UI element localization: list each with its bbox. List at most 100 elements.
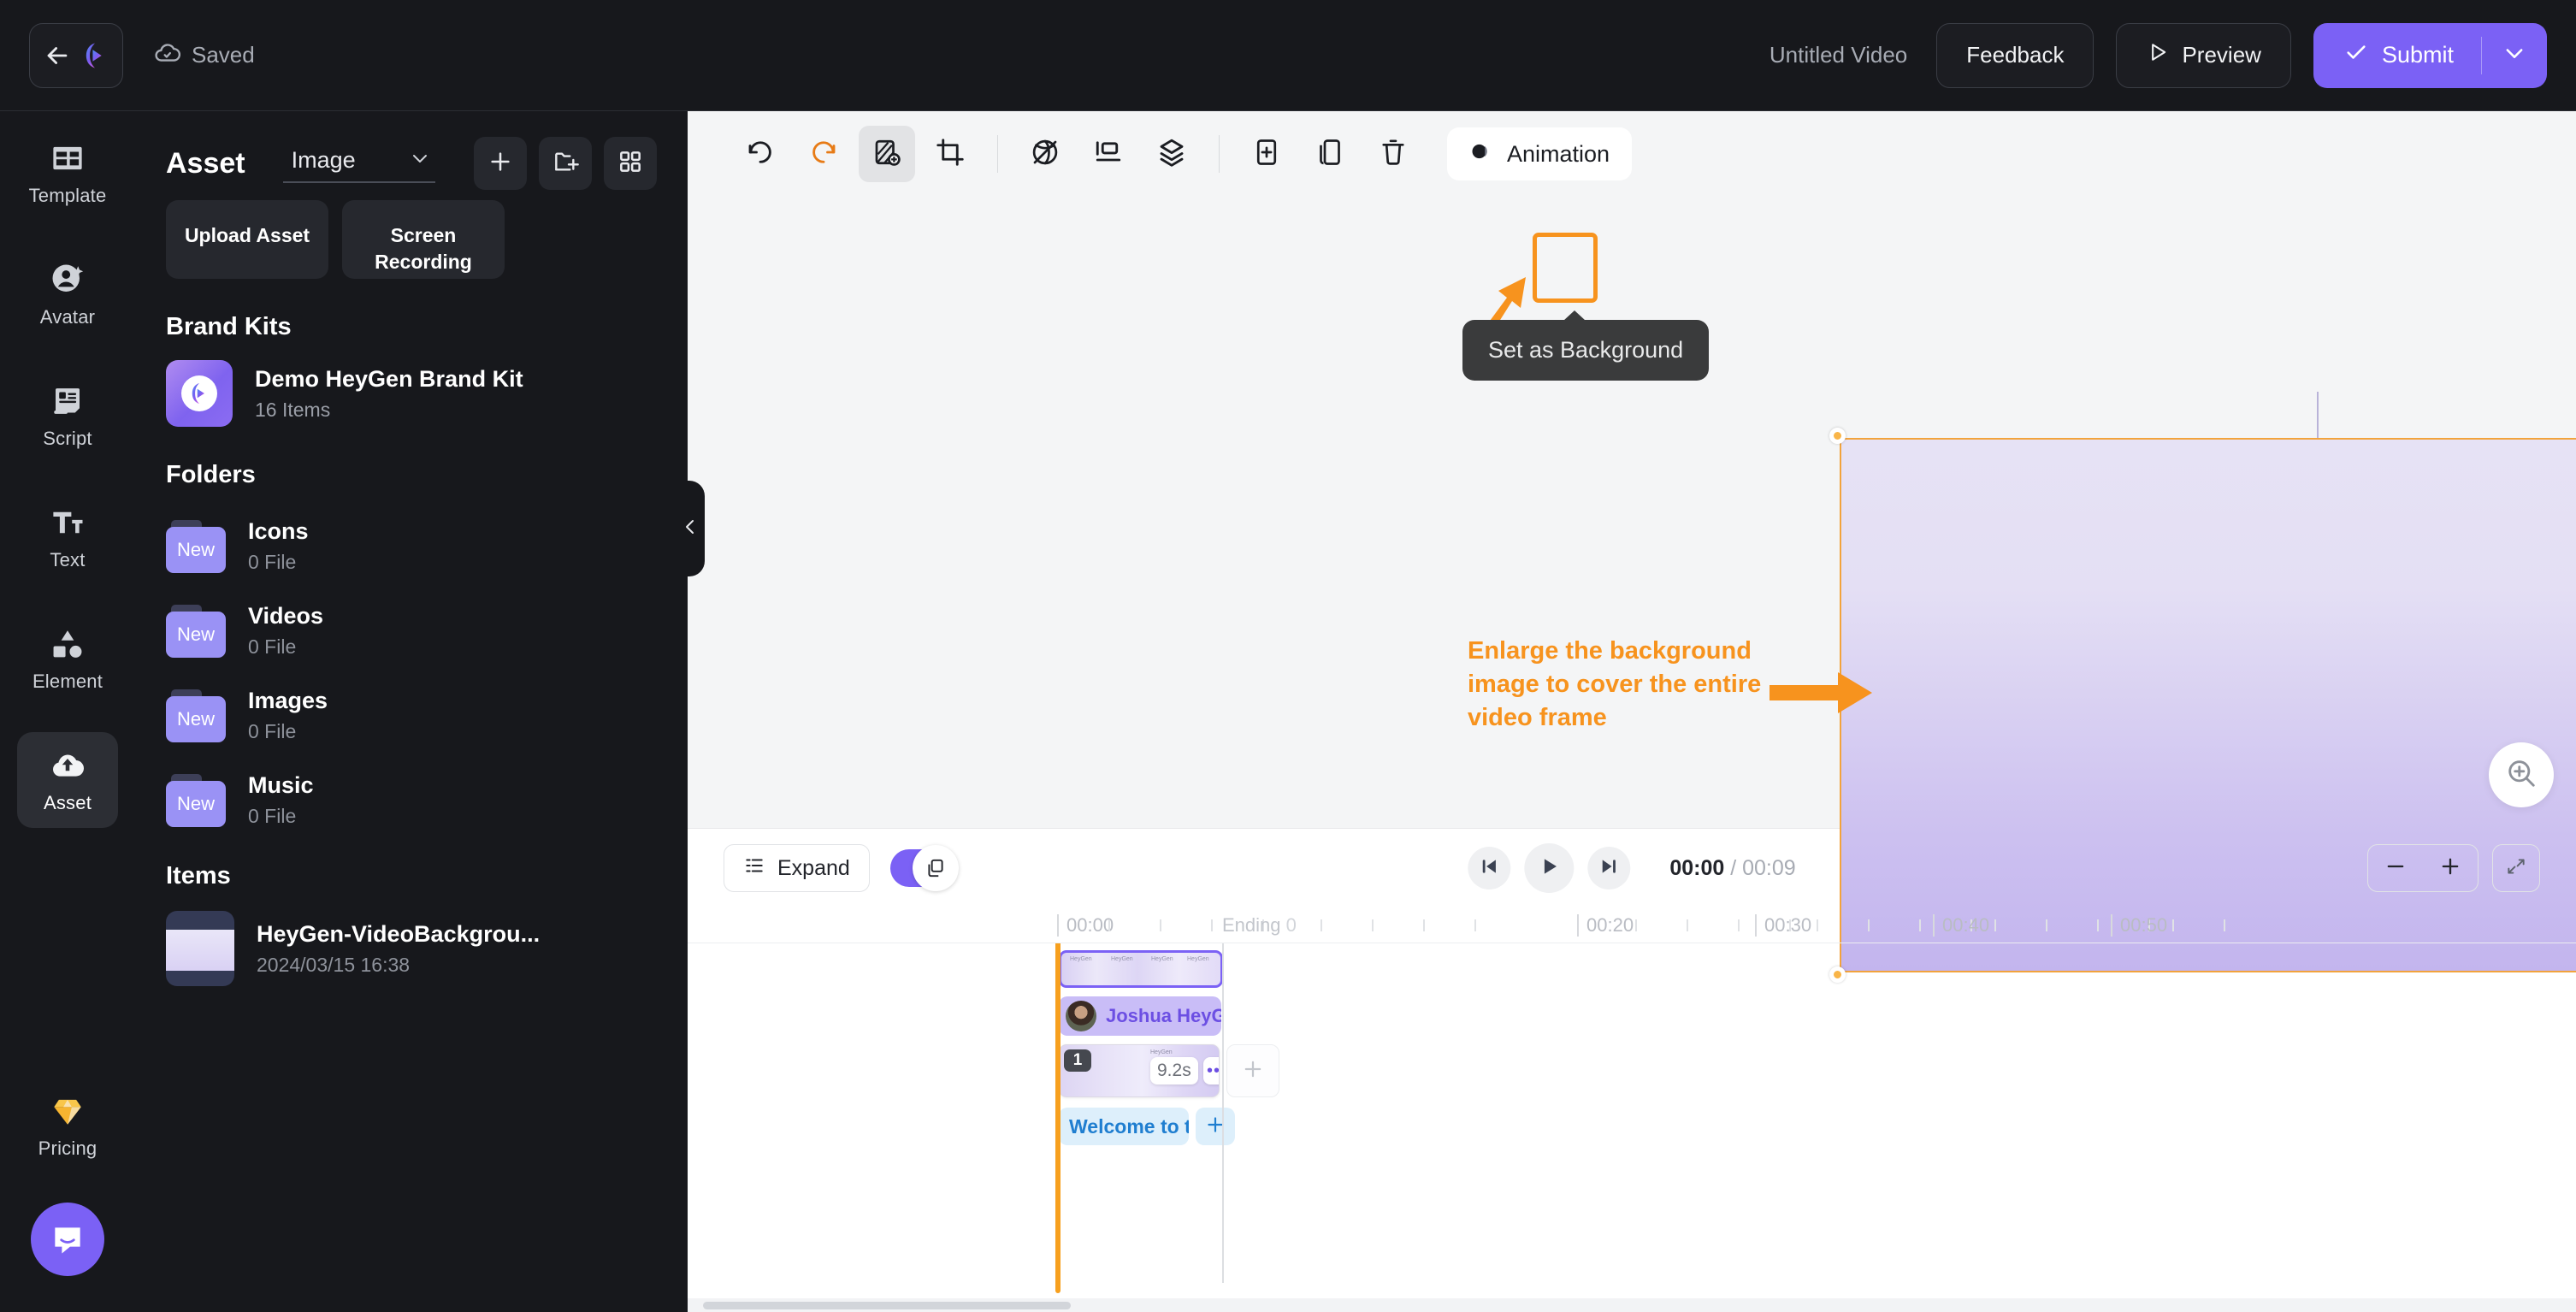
asset-date: 2024/03/15 16:38 (257, 953, 411, 976)
folder-name: Icons (248, 518, 309, 544)
toolbar-divider (997, 135, 998, 173)
set-as-background-button[interactable] (859, 126, 915, 182)
folder-icon: New (166, 773, 226, 827)
sidebar-item-asset[interactable]: Asset (17, 732, 118, 828)
new-folder-button[interactable] (539, 137, 592, 190)
timeline-scrollbar[interactable] (688, 1298, 2576, 1312)
preview-button[interactable]: Preview (2116, 22, 2291, 88)
upload-asset-button[interactable]: Upload Asset (166, 200, 328, 279)
folder-item-icons[interactable]: New Icons 0 File (166, 518, 657, 574)
play-button[interactable] (1524, 843, 1575, 893)
asset-type-value: Image (291, 147, 356, 173)
scene-more-button[interactable]: ••• (1203, 1057, 1219, 1084)
folder-item-music[interactable]: New Music 0 File (166, 772, 657, 828)
asset-text: HeyGen-VideoBackgrou... 2024/03/15 16:38 (257, 921, 540, 977)
submit-button[interactable]: Submit (2313, 23, 2481, 88)
layers-icon (1156, 137, 1187, 172)
folder-item-videos[interactable]: New Videos 0 File (166, 603, 657, 659)
minus-icon[interactable] (2384, 854, 2408, 883)
zoom-in-fab[interactable] (2489, 742, 2554, 807)
sidebar-item-element[interactable]: Element (17, 611, 118, 706)
folders-title: Folders (166, 461, 256, 488)
brand-kit-name: Demo HeyGen Brand Kit (255, 365, 523, 392)
caption-clip[interactable]: Welcome to the ne... (1059, 1108, 1189, 1145)
chat-bubble-icon[interactable] (31, 1203, 104, 1276)
back-button[interactable] (29, 22, 123, 88)
brand-kit-thumbnail (166, 360, 233, 427)
sidebar-item-text[interactable]: Text (17, 489, 118, 585)
sidebar-item-script[interactable]: Script (17, 368, 118, 464)
folder-icon: New (166, 689, 226, 742)
more-dots-icon: ••• (1206, 1061, 1219, 1080)
scene-clip[interactable]: 1 HeyGen 9.2s ••• (1059, 1044, 1220, 1097)
cloud-check-icon (154, 39, 181, 72)
folder-badge: New (176, 792, 215, 814)
scene-duration[interactable]: 9.2s (1150, 1057, 1198, 1084)
undo-button[interactable] (732, 126, 789, 182)
plus-icon[interactable] (2438, 854, 2462, 883)
canvas-area: HeyGen (688, 197, 2576, 983)
animation-button[interactable]: Animation (1447, 127, 1633, 180)
add-caption-button[interactable] (1196, 1108, 1235, 1145)
canvas-toolbar: Animation Set as Background (688, 111, 2576, 381)
diamond-icon (49, 1092, 86, 1130)
asset-thumbnail (166, 911, 234, 986)
collapse-panel-button[interactable] (676, 481, 705, 576)
sidebar-item-label: Avatar (39, 305, 96, 328)
expand-button[interactable]: Expand (724, 844, 870, 892)
folder-filecount: 0 File (248, 635, 297, 658)
sidebar-item-label: Asset (43, 791, 92, 813)
redo-button[interactable] (795, 126, 852, 182)
crop-button[interactable] (922, 126, 978, 182)
delete-button[interactable] (1365, 126, 1421, 182)
timeline-ruler[interactable]: 00:00 Ending 0 00:20 00:30 00:40 00:50 (688, 907, 2576, 943)
scrollbar-thumb[interactable] (703, 1302, 1071, 1309)
background-track-clip[interactable]: HeyGen HeyGen HeyGen HeyGen (1059, 950, 1223, 988)
time-readout: 00:00 / 00:09 (1669, 856, 1795, 881)
brand-kits-title: Brand Kits (166, 313, 292, 340)
ruler-label: 00:50 (2111, 914, 2167, 937)
asset-type-select[interactable]: Image (282, 144, 435, 183)
add-to-library-button[interactable] (1238, 126, 1295, 182)
layer-button[interactable] (1143, 126, 1200, 182)
left-rail: Template Avatar Script Text Element Asse… (0, 111, 135, 1312)
folder-item-images[interactable]: New Images 0 File (166, 688, 657, 743)
playhead[interactable] (1055, 943, 1061, 1293)
avatar-clip-label: Joshua HeyGen CEO (1106, 1005, 1221, 1026)
brand-kit-count: 16 Items (255, 398, 331, 421)
timeline-tracks: HeyGen HeyGen HeyGen HeyGen Joshua HeyGe… (688, 943, 2576, 1312)
trash-icon (1378, 137, 1409, 172)
skip-forward-button[interactable] (1587, 847, 1631, 889)
sidebar-item-pricing[interactable]: Pricing (17, 1078, 118, 1173)
screen-recording-label: Screen Recording (375, 224, 472, 273)
add-scene-button[interactable] (1226, 1044, 1279, 1097)
remove-background-button[interactable] (1017, 126, 1073, 182)
avatar-track-clip[interactable]: Joshua HeyGen CEO (1059, 996, 1221, 1036)
brand-kit-item[interactable]: Demo HeyGen Brand Kit 16 Items (166, 360, 657, 427)
duplicate-button[interactable] (1302, 126, 1358, 182)
asset-item[interactable]: HeyGen-VideoBackgrou... 2024/03/15 16:38 (166, 911, 657, 986)
screen-recording-button[interactable]: Screen Recording (342, 200, 505, 279)
add-asset-button[interactable] (474, 137, 527, 190)
folder-badge: New (176, 707, 215, 730)
grid-view-button[interactable] (604, 137, 657, 190)
document-title[interactable]: Untitled Video (1770, 42, 1907, 68)
timeline-zoom[interactable] (2367, 844, 2479, 892)
animation-icon (1469, 139, 1493, 169)
arrow-left-icon (43, 41, 72, 70)
skip-back-icon (1478, 855, 1500, 882)
sidebar-item-avatar[interactable]: Avatar (17, 246, 118, 342)
sidebar-item-label: Pricing (38, 1137, 97, 1159)
submit-dropdown-button[interactable] (2482, 23, 2547, 88)
sidebar-item-template[interactable]: Template (17, 125, 118, 221)
resize-handle-top-left[interactable] (1829, 428, 1846, 444)
check-icon (2344, 40, 2368, 70)
fit-screen-button[interactable] (2492, 844, 2540, 892)
folder-plus-icon (552, 148, 579, 180)
scene-sync-toggle[interactable] (889, 845, 959, 891)
sidebar-item-label: Element (32, 670, 103, 692)
skip-back-button[interactable] (1468, 847, 1511, 889)
feedback-button[interactable]: Feedback (1936, 22, 2094, 88)
align-button[interactable] (1080, 126, 1137, 182)
folder-text: Icons 0 File (248, 518, 309, 574)
